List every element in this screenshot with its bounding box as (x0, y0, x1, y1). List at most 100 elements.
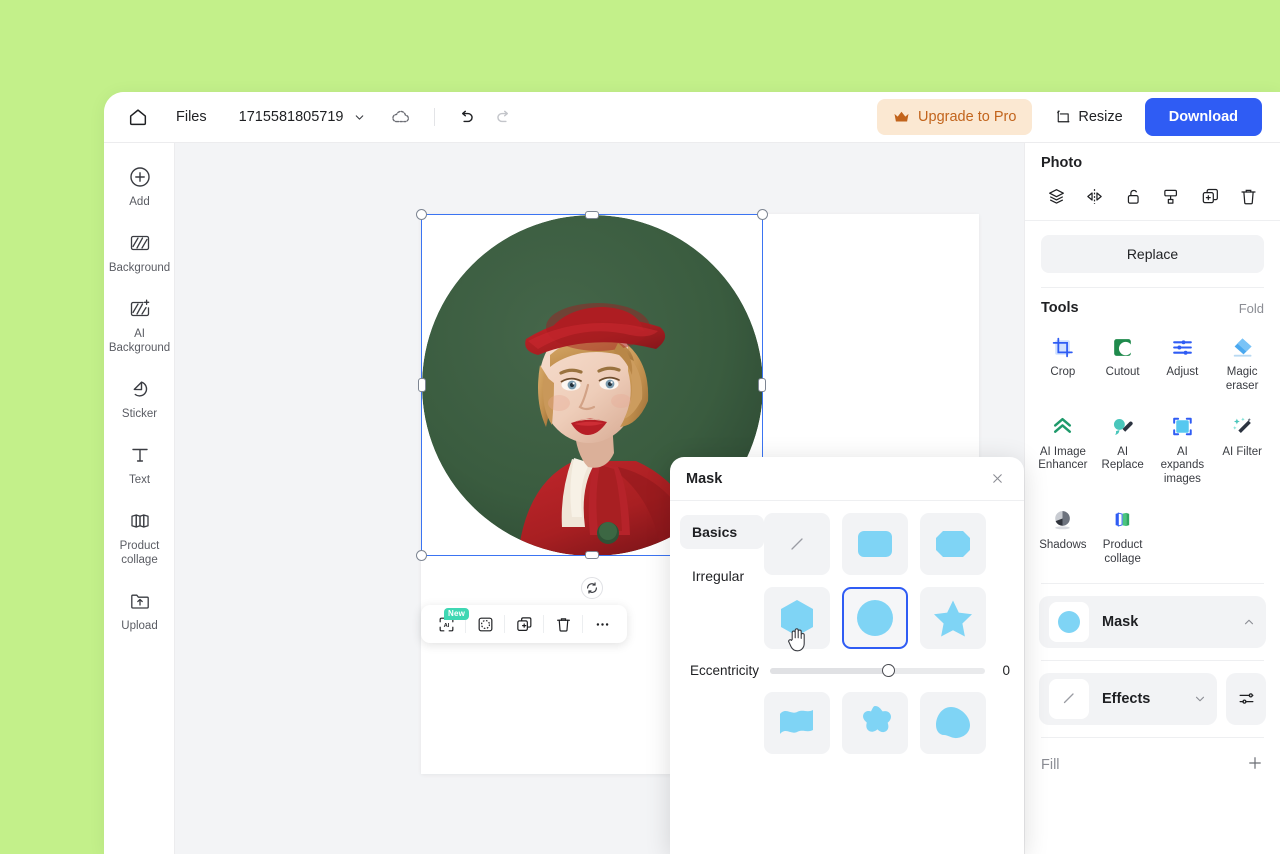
sidebar-item-label: Text (128, 474, 151, 487)
cutout-button[interactable] (466, 605, 504, 643)
mask-shape-circle[interactable] (842, 587, 908, 649)
duplicate-plus-icon[interactable] (1199, 185, 1221, 207)
paint-roller-icon[interactable] (1161, 185, 1183, 207)
eccentricity-slider[interactable] (770, 664, 985, 677)
mask-shape-row (764, 692, 986, 754)
sidebar-item-upload[interactable]: Upload (104, 577, 175, 643)
tool-ai-replace[interactable]: AI Replace (1093, 408, 1153, 493)
tool-label: Shadows (1039, 538, 1087, 551)
ai-enhancer-icon (1050, 414, 1076, 440)
toolbar-divider (434, 108, 436, 126)
sidebar-item-ai-background[interactable]: AI Background (104, 285, 175, 364)
home-icon[interactable] (124, 103, 152, 131)
effects-settings-button[interactable] (1226, 672, 1266, 725)
layers-order-icon[interactable] (1045, 185, 1067, 207)
tool-magic-eraser[interactable]: Magic eraser (1212, 328, 1272, 400)
top-toolbar: Files 1715581805719 Upgrade to Pro Resiz… (104, 92, 1280, 143)
chevron-down-icon[interactable] (1193, 692, 1207, 706)
sticker-icon (128, 377, 152, 401)
mask-shape-none-diagonal[interactable] (764, 513, 830, 575)
product-collage-icon (128, 509, 152, 533)
tool-ai-expands-images[interactable]: AI expands images (1153, 408, 1213, 493)
upgrade-to-pro-button[interactable]: Upgrade to Pro (877, 99, 1033, 135)
tool-ai-image-enhancer[interactable]: AI Image Enhancer (1033, 408, 1093, 493)
mask-shape-star[interactable] (920, 587, 986, 649)
svg-text:AI: AI (443, 623, 449, 629)
mask-shape-wave-flag[interactable] (764, 692, 830, 754)
panel-divider (1041, 582, 1264, 584)
lock-open-icon[interactable] (1122, 185, 1144, 207)
tools-header: Tools Fold (1025, 288, 1280, 322)
cutout-icon (1110, 334, 1136, 360)
sidebar-item-sticker[interactable]: Sticker (104, 365, 175, 431)
sidebar-item-label: AI Background (108, 328, 171, 354)
trash-icon[interactable] (1238, 185, 1260, 207)
mask-shape-rounded-rectangle[interactable] (842, 513, 908, 575)
ai-scan-button[interactable]: AI New (427, 605, 470, 643)
redo-icon[interactable] (494, 108, 513, 127)
cloud-sync-icon[interactable] (390, 106, 412, 128)
mask-card[interactable]: Mask (1039, 595, 1266, 648)
mask-shape-hexagon[interactable] (764, 587, 830, 649)
rotate-icon[interactable] (581, 577, 603, 599)
resize-icon (1054, 109, 1071, 126)
ai-background-icon (128, 297, 152, 321)
mask-tab-basics[interactable]: Basics (680, 515, 764, 549)
replace-button[interactable]: Replace (1041, 235, 1264, 273)
shadows-icon (1050, 507, 1076, 533)
adjust-icon (1169, 334, 1195, 360)
eccentricity-label: Eccentricity (690, 663, 760, 678)
text-t-icon (128, 443, 152, 467)
mask-row: Mask (1039, 595, 1266, 648)
close-icon[interactable] (986, 468, 1008, 490)
delete-button[interactable] (544, 605, 582, 643)
mask-shape-flower-blob[interactable] (842, 692, 908, 754)
flip-horizontal-icon[interactable] (1084, 185, 1106, 207)
mask-shape-octagon-rectangle[interactable] (920, 513, 986, 575)
mask-popover-body: Basics Irregular (670, 501, 1024, 661)
background-hatch-icon (128, 231, 152, 255)
sidebar-item-add[interactable]: Add (104, 153, 175, 219)
tool-label: Magic eraser (1225, 366, 1259, 392)
tool-shadows[interactable]: Shadows (1033, 501, 1093, 573)
document-name[interactable]: 1715581805719 (239, 109, 344, 125)
tool-product-collage[interactable]: Product collage (1093, 501, 1153, 573)
undo-icon[interactable] (457, 108, 476, 127)
sidebar-item-product-collage[interactable]: Product collage (104, 497, 175, 576)
mask-tab-irregular[interactable]: Irregular (680, 559, 764, 593)
panel-divider (1041, 659, 1264, 661)
grid-spacer (680, 692, 764, 766)
eccentricity-value: 0 (1002, 663, 1010, 678)
sidebar-item-label: Add (129, 196, 150, 208)
upgrade-label: Upgrade to Pro (918, 109, 1017, 125)
effects-label: Effects (1102, 690, 1151, 707)
tool-crop[interactable]: Crop (1033, 328, 1093, 400)
sidebar-item-label: Sticker (121, 407, 158, 420)
chevron-up-icon[interactable] (1242, 615, 1256, 629)
tool-adjust[interactable]: Adjust (1153, 328, 1213, 400)
fold-toggle[interactable]: Fold (1239, 301, 1264, 316)
tool-cutout[interactable]: Cutout (1093, 328, 1153, 400)
more-options-button[interactable] (583, 605, 621, 643)
resize-button[interactable]: Resize (1054, 109, 1123, 126)
crown-icon (893, 110, 910, 124)
sidebar-item-background[interactable]: Background (104, 219, 175, 285)
mask-shape-organic-blob[interactable] (920, 692, 986, 754)
tool-ai-filter[interactable]: AI Filter (1212, 408, 1272, 493)
ai-expand-icon (1169, 414, 1195, 440)
mask-category-tabs: Basics Irregular (680, 513, 764, 661)
tool-label: Product collage (1102, 538, 1143, 565)
files-menu[interactable]: Files (176, 109, 207, 125)
effects-card[interactable]: Effects (1039, 672, 1217, 725)
magic-eraser-icon (1229, 334, 1255, 360)
duplicate-button[interactable] (505, 605, 543, 643)
plus-icon[interactable] (1246, 754, 1264, 777)
slider-thumb[interactable] (881, 664, 895, 677)
fill-row: Fill (1041, 738, 1264, 777)
download-button[interactable]: Download (1144, 98, 1262, 136)
sidebar-item-text[interactable]: Text (104, 431, 175, 497)
tool-label: AI Filter (1222, 445, 1262, 458)
chevron-down-icon[interactable] (353, 111, 366, 124)
mask-popover-header: Mask (670, 457, 1024, 501)
tools-grid: Crop Cutout Adjust Magic eraser AI Image… (1025, 322, 1280, 575)
